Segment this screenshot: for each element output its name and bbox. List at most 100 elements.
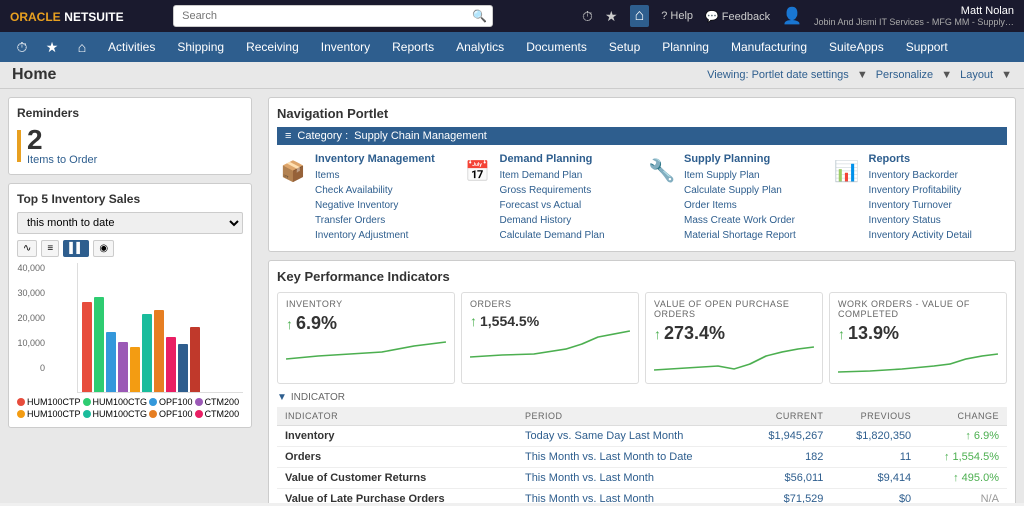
table-chart-btn[interactable]: ≡	[41, 240, 59, 257]
recent-icon[interactable]: ⏱	[582, 8, 593, 25]
indicator-cell: Value of Late Purchase Orders	[277, 489, 517, 504]
favorites-icon[interactable]: ★	[605, 8, 618, 25]
supply-planning-title[interactable]: Supply Planning	[684, 153, 823, 165]
line-chart-btn[interactable]: ∿	[17, 240, 37, 257]
bar-5	[130, 347, 140, 392]
material-shortage-report-link[interactable]: Material Shortage Report	[684, 228, 823, 243]
portlet-date-settings-link[interactable]: Viewing: Portlet date settings	[707, 69, 849, 81]
nav-home-icon[interactable]: ⌂	[68, 33, 96, 61]
bar-4	[118, 342, 128, 392]
bar-chart-btn[interactable]: ▌▌	[63, 240, 89, 257]
legend-item-2: HUM100CTG	[83, 397, 148, 407]
inventory-adjustment-link[interactable]: Inventory Adjustment	[315, 228, 454, 243]
item-demand-plan-link[interactable]: Item Demand Plan	[500, 168, 639, 183]
kpi-orders-chart	[470, 329, 630, 359]
calculate-supply-plan-link[interactable]: Calculate Supply Plan	[684, 183, 823, 198]
inventory-management-title[interactable]: Inventory Management	[315, 153, 454, 165]
nav-analytics[interactable]: Analytics	[446, 36, 514, 58]
transfer-orders-link[interactable]: Transfer Orders	[315, 213, 454, 228]
demand-planning-title[interactable]: Demand Planning	[500, 153, 639, 165]
nav-manufacturing[interactable]: Manufacturing	[721, 36, 817, 58]
period-select[interactable]: this month to date	[17, 212, 243, 234]
previous-cell: 11	[831, 447, 919, 468]
logo: ORACLE NETSUITE	[10, 9, 124, 24]
legend-item-5: HUM100CTP	[17, 409, 81, 419]
order-items-link[interactable]: Order Items	[684, 198, 823, 213]
demand-planning-content: Demand Planning Item Demand Plan Gross R…	[500, 153, 639, 243]
search-button[interactable]: 🔍	[472, 9, 487, 23]
reports-title[interactable]: Reports	[869, 153, 1008, 165]
kpi-open-po-arrow: ↑	[654, 326, 661, 342]
items-link[interactable]: Items	[315, 168, 454, 183]
nav-clock-icon[interactable]: ⏱	[8, 33, 36, 61]
page-header-right: Viewing: Portlet date settings ▼ Persona…	[707, 69, 1012, 81]
inventory-profitability-link[interactable]: Inventory Profitability	[869, 183, 1008, 198]
change-cell: ↑ 495.0%	[919, 468, 1007, 489]
period-cell[interactable]: Today vs. Same Day Last Month	[517, 426, 744, 447]
kpi-open-po-chart	[654, 344, 814, 374]
navbar: ⏱ ★ ⌂ Activities Shipping Receiving Inve…	[0, 32, 1024, 62]
filter-arrow-icon[interactable]: ▼	[277, 392, 287, 403]
nav-support[interactable]: Support	[896, 36, 958, 58]
nav-reports[interactable]: Reports	[382, 36, 444, 58]
y-label-0: 0	[17, 363, 45, 373]
kpi-open-po-number: 273.4%	[664, 323, 725, 344]
right-panel: Navigation Portlet ≡ Category : Supply C…	[260, 89, 1024, 503]
kpi-open-po-value: ↑ 273.4%	[654, 323, 814, 344]
page-title: Home	[12, 66, 56, 84]
nav-star-icon[interactable]: ★	[38, 33, 66, 61]
inventory-status-link[interactable]: Inventory Status	[869, 213, 1008, 228]
legend-dot-2	[83, 398, 91, 406]
items-to-order-link[interactable]: Items to Order	[27, 154, 97, 166]
period-cell[interactable]: This Month vs. Last Month	[517, 468, 744, 489]
nav-receiving[interactable]: Receiving	[236, 36, 309, 58]
demand-history-link[interactable]: Demand History	[500, 213, 639, 228]
nav-documents[interactable]: Documents	[516, 36, 597, 58]
bar-chart-container: 40,000 30,000 20,000 10,000 0	[17, 263, 243, 393]
item-supply-plan-link[interactable]: Item Supply Plan	[684, 168, 823, 183]
calculate-demand-plan-link[interactable]: Calculate Demand Plan	[500, 228, 639, 243]
pie-chart-btn[interactable]: ◉	[93, 240, 114, 257]
legend-label-7: OPF100	[159, 409, 193, 419]
mass-create-work-order-link[interactable]: Mass Create Work Order	[684, 213, 823, 228]
feedback-icon[interactable]: 💬 Feedback	[705, 10, 770, 23]
inventory-activity-detail-link[interactable]: Inventory Activity Detail	[869, 228, 1008, 243]
inventory-turnover-link[interactable]: Inventory Turnover	[869, 198, 1008, 213]
inventory-management-icon: 📦	[277, 155, 309, 187]
kpi-table-body: Inventory Today vs. Same Day Last Month …	[277, 426, 1007, 504]
nav-setup[interactable]: Setup	[599, 36, 650, 58]
period-cell[interactable]: This Month vs. Last Month	[517, 489, 744, 504]
nav-inventory[interactable]: Inventory	[311, 36, 380, 58]
forecast-vs-actual-link[interactable]: Forecast vs Actual	[500, 198, 639, 213]
nav-shipping[interactable]: Shipping	[167, 36, 234, 58]
bar-3	[106, 332, 116, 392]
th-indicator: INDICATOR	[277, 407, 517, 426]
help-icon[interactable]: ? Help	[661, 10, 693, 22]
kpi-inventory-label: INVENTORY	[286, 299, 446, 309]
legend-item-7: OPF100	[149, 409, 193, 419]
kpi-work-orders-value: ↑ 13.9%	[838, 323, 998, 344]
legend-dot-5	[17, 410, 25, 418]
period-cell[interactable]: This Month vs. Last Month to Date	[517, 447, 744, 468]
legend-dot-8	[195, 410, 203, 418]
home-icon[interactable]: ⌂	[630, 5, 650, 27]
layout-link[interactable]: Layout	[960, 69, 993, 81]
legend-item-3: OPF100	[149, 397, 193, 407]
nav-activities[interactable]: Activities	[98, 36, 165, 58]
kpi-title: Key Performance Indicators	[277, 269, 1007, 284]
nav-planning[interactable]: Planning	[652, 36, 719, 58]
search-input[interactable]	[173, 5, 493, 27]
change-cell: ↑ 6.9%	[919, 426, 1007, 447]
category-name: Supply Chain Management	[354, 130, 487, 142]
gross-requirements-link[interactable]: Gross Requirements	[500, 183, 639, 198]
category-label: Category :	[297, 130, 348, 142]
kpi-orders-value: ↑ 1,554.5%	[470, 313, 630, 329]
check-availability-link[interactable]: Check Availability	[315, 183, 454, 198]
chart-controls: ∿ ≡ ▌▌ ◉	[17, 240, 243, 257]
legend-dot-6	[83, 410, 91, 418]
legend-label-3: OPF100	[159, 397, 193, 407]
nav-suiteapps[interactable]: SuiteApps	[819, 36, 894, 58]
personalize-link[interactable]: Personalize	[876, 69, 933, 81]
inventory-backorder-link[interactable]: Inventory Backorder	[869, 168, 1008, 183]
negative-inventory-link[interactable]: Negative Inventory	[315, 198, 454, 213]
